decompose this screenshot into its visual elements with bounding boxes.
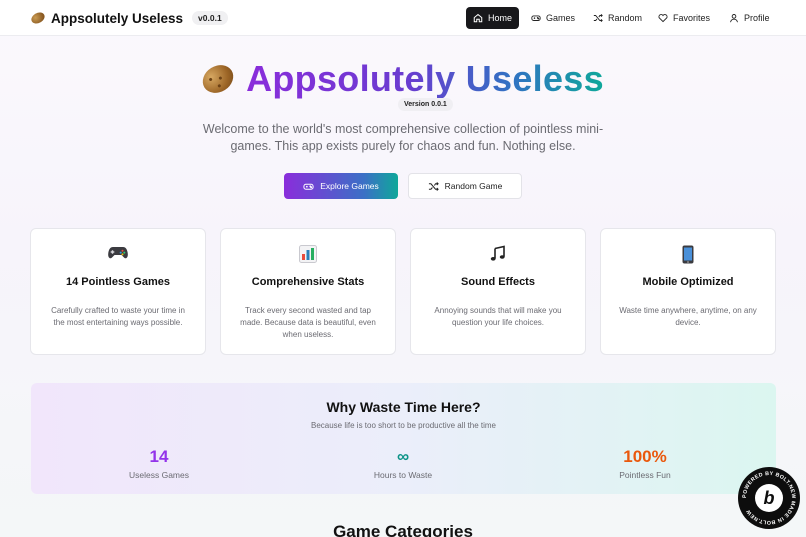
hero-version-badge: Version 0.0.1	[398, 98, 453, 111]
shuffle-icon	[593, 14, 603, 22]
brand-name: Appsolutely Useless	[51, 10, 184, 26]
feature-card-mobile: Mobile Optimized Waste time anywhere, an…	[600, 228, 776, 355]
gamepad-icon	[531, 15, 541, 21]
music-note-icon	[490, 245, 505, 261]
feature-title: 14 Pointless Games	[66, 276, 170, 288]
stats-banner: Why Waste Time Here? Because life is too…	[31, 383, 776, 494]
stat-label: Hours to Waste	[373, 470, 433, 480]
nav-item-profile[interactable]: Profile	[722, 7, 777, 29]
feature-card-games: 14 Pointless Games Carefully crafted to …	[30, 228, 206, 355]
gamepad-icon	[303, 183, 314, 190]
hero-title: Appsolutely Useless	[246, 58, 604, 99]
stat-value: 100%	[623, 447, 667, 466]
potato-logo-icon	[29, 10, 47, 26]
stat-fun: 100% Pointless Fun	[545, 447, 745, 480]
nav-item-label: Games	[546, 13, 576, 23]
button-label: Random Game	[444, 181, 503, 191]
nav-item-label: Home	[488, 13, 513, 23]
categories-heading: Game Categories	[333, 522, 473, 537]
stat-games: 14 Useless Games	[59, 447, 259, 480]
stat-hours: ∞ Hours to Waste	[303, 447, 503, 480]
random-game-button[interactable]: Random Game	[408, 173, 522, 199]
hero-subtitle: Welcome to the world's most comprehensiv…	[202, 122, 604, 153]
feature-card-sound: Sound Effects Annoying sounds that will …	[410, 228, 586, 355]
stat-value: 14	[149, 447, 169, 466]
button-label: Explore Games	[320, 181, 379, 191]
brand[interactable]: Appsolutely Useless v0.0.1	[29, 9, 228, 27]
feature-description: Track every second wasted and tap made. …	[240, 306, 376, 339]
stat-value: ∞	[396, 447, 410, 466]
top-navbar: Appsolutely Useless v0.0.1 Home Games Ra…	[0, 0, 806, 36]
potato-icon	[197, 59, 239, 99]
home-icon	[473, 13, 483, 23]
nav-item-home[interactable]: Home	[466, 7, 520, 29]
heart-icon	[658, 14, 668, 23]
nav-item-games[interactable]: Games	[524, 7, 582, 29]
banner-subtitle: Because life is too short to be producti…	[311, 421, 496, 430]
nav-item-random[interactable]: Random	[586, 7, 649, 29]
nav-item-favorites[interactable]: Favorites	[651, 7, 717, 29]
feature-title: Comprehensive Stats	[251, 276, 365, 288]
feature-description: Annoying sounds that will make you quest…	[434, 306, 562, 327]
bar-chart-icon	[299, 245, 317, 263]
mobile-phone-icon	[682, 245, 694, 264]
version-badge: v0.0.1	[192, 11, 228, 25]
feature-title: Mobile Optimized	[642, 276, 734, 288]
bolt-logo: b	[755, 484, 783, 512]
user-icon	[730, 14, 738, 23]
shuffle-icon	[428, 181, 439, 191]
nav-item-label: Random	[608, 13, 643, 23]
hero-heading: Appsolutely Useless	[0, 55, 806, 103]
nav-item-label: Profile	[744, 13, 770, 23]
feature-description: Carefully crafted to waste your time in …	[51, 306, 185, 327]
feature-description: Waste time anywhere, anytime, on any dev…	[619, 306, 757, 327]
feature-title: Sound Effects	[461, 276, 535, 288]
explore-games-button[interactable]: Explore Games	[284, 173, 398, 199]
gamepad-emoji-icon	[108, 247, 128, 259]
feature-card-stats: Comprehensive Stats Track every second w…	[220, 228, 396, 355]
stat-label: Useless Games	[129, 470, 189, 480]
stat-label: Pointless Fun	[619, 470, 671, 480]
nav-item-label: Favorites	[673, 13, 711, 23]
bolt-badge[interactable]: POWERED BY BOLT.NEW MADE IN BOLT.NEW b	[738, 467, 800, 529]
banner-title: Why Waste Time Here?	[326, 399, 481, 415]
bolt-letter: b	[763, 488, 775, 508]
